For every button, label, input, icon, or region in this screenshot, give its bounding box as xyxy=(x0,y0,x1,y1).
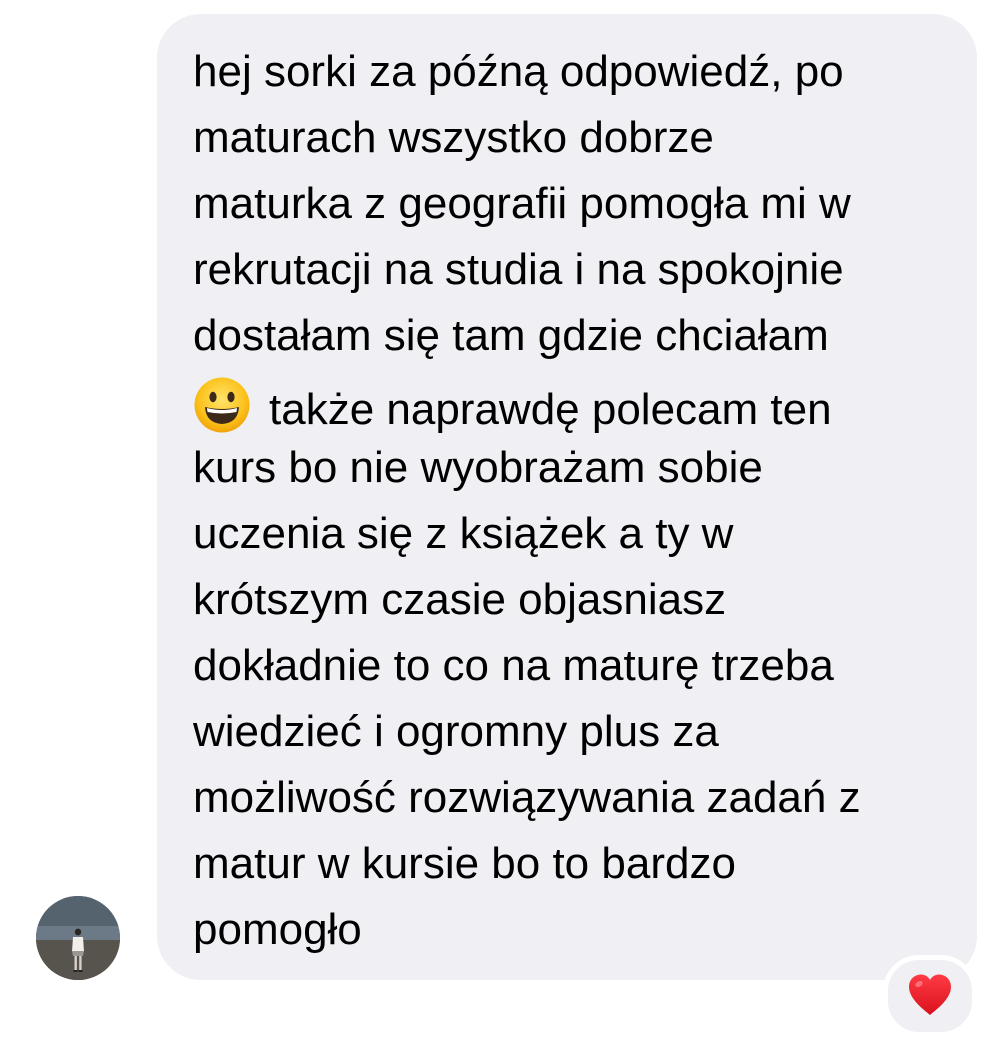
grinning-face-emoji xyxy=(194,377,250,433)
message-line: uczenia się z książek a ty w xyxy=(193,509,734,558)
red-heart-icon xyxy=(909,974,951,1015)
message-line-with-emoji: także naprawdę polecam ten xyxy=(193,376,832,436)
message-line: hej sorki za późną odpowiedź, po xyxy=(193,47,844,96)
message-line: pomogło xyxy=(193,905,362,954)
message-line: dokładnie to co na maturę trzeba xyxy=(193,641,834,690)
message-row: hej sorki za późną odpowiedź, po maturac… xyxy=(0,0,1000,1053)
heart-reaction[interactable] xyxy=(883,955,977,1037)
avatar-photo-icon xyxy=(36,896,120,980)
sender-avatar[interactable] xyxy=(36,896,120,980)
message-line: wiedzieć i ogromny plus za xyxy=(193,707,719,756)
message-line: matur w kursie bo to bardzo xyxy=(193,839,736,888)
message-line: krótszym czasie objasniasz xyxy=(193,575,727,624)
message-line: rekrutacji na studia i na spokojnie xyxy=(193,245,844,294)
message-line-text: także naprawdę polecam ten xyxy=(269,385,832,434)
message-bubble[interactable]: hej sorki za późną odpowiedź, po maturac… xyxy=(157,14,977,980)
message-line: maturach wszystko dobrze xyxy=(193,113,714,162)
message-line: maturka z geografii pomogła mi w xyxy=(193,179,851,228)
message-line: dostałam się tam gdzie chciałam xyxy=(193,311,829,360)
message-line: kurs bo nie wyobrażam sobie xyxy=(193,443,763,492)
message-line: możliwość rozwiązywania zadań z xyxy=(193,773,861,822)
